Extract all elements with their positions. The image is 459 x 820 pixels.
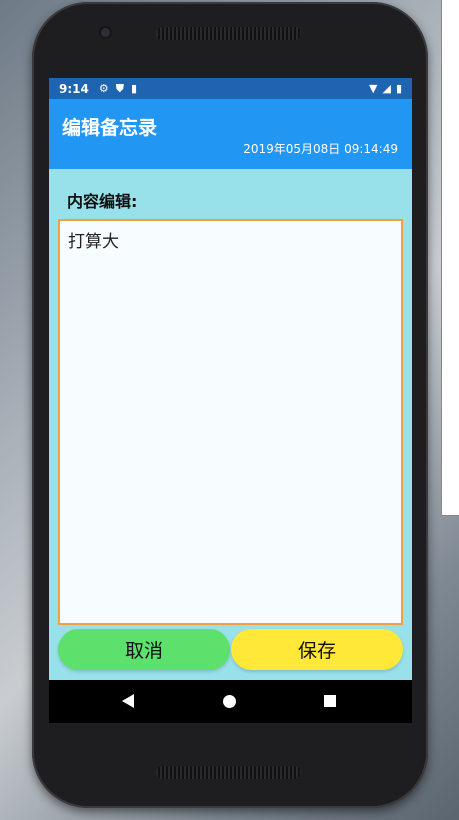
memo-content-input[interactable]: 打算大 [58,219,403,625]
navigation-bar [49,680,412,723]
status-bar: 9:14 ⚙ ⛊ ▮ ▼ ◢ ▮ [49,78,412,99]
page-title: 编辑备忘录 [62,117,158,139]
signal-icon: ◢ [382,82,391,95]
wifi-icon: ▼ [369,82,378,95]
top-speaker-grille [156,27,301,40]
battery-icon: ▮ [395,82,402,95]
sd-card-icon: ▮ [130,82,138,95]
background-window [441,0,459,516]
app-bar: 编辑备忘录 2019年05月08日 09:14:49 [49,99,412,169]
memo-timestamp: 2019年05月08日 09:14:49 [243,142,398,156]
phone-screen: 9:14 ⚙ ⛊ ▮ ▼ ◢ ▮ 编辑备忘录 2019年05月08日 09:14… [49,78,412,723]
recents-icon[interactable] [324,695,336,707]
home-icon[interactable] [223,695,236,708]
shield-icon: ⛊ [115,81,124,95]
cancel-button[interactable]: 取消 [58,629,230,670]
save-button[interactable]: 保存 [231,629,403,670]
content-edit-label: 内容编辑: [67,192,138,211]
status-time: 9:14 [59,81,89,96]
gear-icon: ⚙ [98,82,109,95]
bottom-speaker-grille [156,766,301,779]
front-camera [101,28,110,37]
back-icon[interactable] [122,694,134,708]
